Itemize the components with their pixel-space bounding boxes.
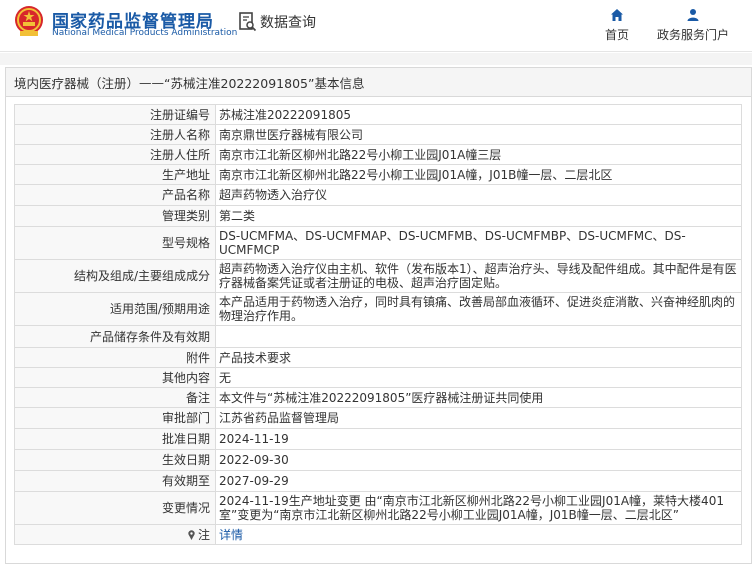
table-row: 产品储存条件及有效期 xyxy=(14,325,742,348)
table-row: 注册证编号 苏械注准20222091805 xyxy=(14,104,742,125)
site-subtitle: National Medical Products Administration xyxy=(52,28,238,38)
field-label: 注册人名称 xyxy=(14,124,216,145)
field-label: 注册人住所 xyxy=(14,144,216,165)
field-value: 2024-11-19 xyxy=(215,428,742,450)
note-value: 详情 xyxy=(215,524,742,545)
table-row: 管理类别 第二类 xyxy=(14,205,742,227)
table-row: 生效日期 2022-09-30 xyxy=(14,449,742,471)
field-label: 适用范围/预期用途 xyxy=(14,292,216,326)
field-value: 本产品适用于药物透入治疗，同时具有镇痛、改善局部血液循环、促进炎症消散、兴奋神经… xyxy=(215,292,742,326)
table-row: 适用范围/预期用途 本产品适用于药物透入治疗，同时具有镇痛、改善局部血液循环、促… xyxy=(14,292,742,326)
field-value: 产品技术要求 xyxy=(215,347,742,368)
field-label: 结构及组成/主要组成成分 xyxy=(14,259,216,293)
site-header: 国家药品监督管理局 National Medical Products Admi… xyxy=(0,0,752,52)
table-row: 其他内容 无 xyxy=(14,367,742,388)
table-row: 附件 产品技术要求 xyxy=(14,347,742,368)
table-row: 注册人名称 南京鼎世医疗器械有限公司 xyxy=(14,124,742,145)
field-label: 注册证编号 xyxy=(14,104,216,125)
nav-service-label: 政务服务门户 xyxy=(656,28,729,42)
pin-icon xyxy=(188,529,195,540)
field-value: 2027-09-29 xyxy=(215,470,742,492)
user-icon xyxy=(687,9,699,21)
field-label: 变更情况 xyxy=(14,491,216,525)
table-row: 注册人住所 南京市江北新区柳州北路22号小柳工业园J01A幢三层 xyxy=(14,144,742,165)
header-divider-band xyxy=(0,53,752,65)
field-label: 其他内容 xyxy=(14,367,216,388)
field-label: 备注 xyxy=(14,387,216,408)
note-label-text: 注 xyxy=(197,527,210,542)
breadcrumb-separator: —— xyxy=(139,74,165,90)
data-query-label: 数据查询 xyxy=(239,12,316,32)
field-value: 超声药物透入治疗仪 xyxy=(215,184,742,206)
table-row: 生产地址 南京市江北新区柳州北路22号小柳工业园J01A幢，J01B幢一层、二层… xyxy=(14,164,742,185)
table-row: 变更情况 2024-11-19生产地址变更 由“南京市江北新区柳州北路22号小柳… xyxy=(14,491,742,525)
nav-home[interactable]: 首页 xyxy=(602,8,632,43)
home-icon xyxy=(611,9,623,21)
field-value xyxy=(215,325,742,348)
national-emblem-icon xyxy=(15,6,43,36)
field-value: 南京市江北新区柳州北路22号小柳工业园J01A幢，J01B幢一层、二层北区 xyxy=(215,164,742,185)
table-row: 产品名称 超声药物透入治疗仪 xyxy=(14,184,742,206)
table-row: 有效期至 2027-09-29 xyxy=(14,470,742,492)
field-value: 江苏省药品监督管理局 xyxy=(215,407,742,429)
breadcrumb-section-link[interactable]: 境内医疗器械（注册） xyxy=(14,73,139,92)
details-link[interactable]: 详情 xyxy=(219,528,243,542)
field-value: 第二类 xyxy=(215,205,742,227)
field-value: 2024-11-19生产地址变更 由“南京市江北新区柳州北路22号小柳工业园J0… xyxy=(215,491,742,525)
page-label-text: 数据查询 xyxy=(260,15,316,31)
breadcrumb: 境内医疗器械（注册） —— “苏械注准20222091805”基本信息 xyxy=(6,68,751,97)
table-row: 结构及组成/主要组成成分 超声药物透入治疗仪由主机、软件（发布版本1）、超声治疗… xyxy=(14,259,742,293)
table-row: 型号规格 DS-UCMFMA、DS-UCMFMAP、DS-UCMFMB、DS-U… xyxy=(14,226,742,260)
field-value: 超声药物透入治疗仪由主机、软件（发布版本1）、超声治疗头、导线及配件组成。其中配… xyxy=(215,259,742,293)
breadcrumb-title: “苏械注准20222091805”基本信息 xyxy=(164,75,365,91)
field-value: 南京鼎世医疗器械有限公司 xyxy=(215,124,742,145)
field-value: 南京市江北新区柳州北路22号小柳工业园J01A幢三层 xyxy=(215,144,742,165)
detail-table: 注册证编号 苏械注准20222091805 注册人名称 南京鼎世医疗器械有限公司… xyxy=(14,104,742,545)
field-label: 生产地址 xyxy=(14,164,216,185)
field-label: 管理类别 xyxy=(14,205,216,227)
field-label: 产品储存条件及有效期 xyxy=(14,325,216,348)
field-value: 无 xyxy=(215,367,742,388)
detail-panel: 境内医疗器械（注册） —— “苏械注准20222091805”基本信息 注册证编… xyxy=(5,67,752,564)
field-value: DS-UCMFMA、DS-UCMFMAP、DS-UCMFMB、DS-UCMFMB… xyxy=(215,226,742,260)
document-search-icon xyxy=(239,12,257,32)
field-label: 产品名称 xyxy=(14,184,216,206)
note-label: 注 xyxy=(14,524,216,545)
table-row: 批准日期 2024-11-19 xyxy=(14,428,742,450)
field-label: 生效日期 xyxy=(14,449,216,471)
table-row: 备注 本文件与“苏械注准20222091805”医疗器械注册证共同使用 xyxy=(14,387,742,408)
field-label: 批准日期 xyxy=(14,428,216,450)
table-row: 注 详情 xyxy=(14,524,742,545)
field-label: 审批部门 xyxy=(14,407,216,429)
field-label: 型号规格 xyxy=(14,226,216,260)
field-value: 2022-09-30 xyxy=(215,449,742,471)
field-label: 附件 xyxy=(14,347,216,368)
field-label: 有效期至 xyxy=(14,470,216,492)
field-value: 苏械注准20222091805 xyxy=(215,104,742,125)
field-value: 本文件与“苏械注准20222091805”医疗器械注册证共同使用 xyxy=(215,387,742,408)
table-row: 审批部门 江苏省药品监督管理局 xyxy=(14,407,742,429)
nav-service-portal[interactable]: 政务服务门户 xyxy=(654,8,732,43)
nav-home-label: 首页 xyxy=(604,28,629,42)
